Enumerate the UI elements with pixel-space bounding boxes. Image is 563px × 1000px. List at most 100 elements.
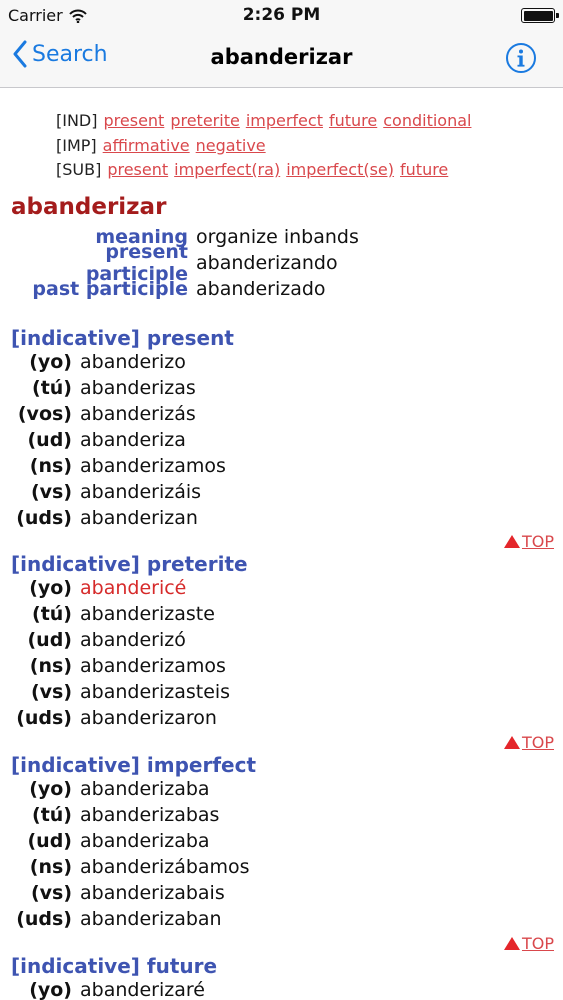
section-header: [indicative] present xyxy=(11,326,234,350)
pronoun: (ud) xyxy=(27,429,73,451)
verb-form: abanderizabais xyxy=(80,882,225,904)
tense-quick-links: [IND] present preterite imperfect future cond… xyxy=(56,109,477,183)
pronoun: (yo) xyxy=(29,577,72,599)
pronoun: (vs) xyxy=(30,481,72,503)
conjugation-row: (vs) abanderizasteis xyxy=(0,679,563,705)
info-value: abanderizado xyxy=(196,278,326,300)
triangle-up-icon xyxy=(503,535,520,548)
link-imp-negative[interactable]: negative xyxy=(196,136,266,155)
pronoun: (yo) xyxy=(29,979,72,1000)
link-ind-present[interactable]: present xyxy=(104,111,165,130)
link-ind-preterite[interactable]: preterite xyxy=(170,111,239,130)
info-label: past participle xyxy=(32,278,188,300)
conjugation-row: (ud) abanderizó xyxy=(0,627,563,653)
quick-links-tag: [SUB] xyxy=(56,160,102,179)
conjugation-content[interactable]: [IND] present preterite imperfect future cond… xyxy=(0,88,563,1000)
info-row-present-participle: present participle abanderizando xyxy=(0,241,563,285)
top-link-label: TOP xyxy=(521,532,554,551)
quick-links-tag: [IND] xyxy=(56,111,98,130)
link-sub-imperfect-se[interactable]: imperfect(se) xyxy=(286,160,394,179)
pronoun: (ud) xyxy=(27,830,73,852)
page-title: abanderizar xyxy=(210,45,353,69)
verb-form: abanderizamos xyxy=(80,455,226,477)
verb-form: abanderizábamos xyxy=(80,856,250,878)
verb-form: abanderizas xyxy=(80,377,196,399)
conjugation-row: (ud) abanderizaba xyxy=(0,828,563,854)
info-row-past-participle: past participle abanderizado xyxy=(0,276,563,302)
verb-form: abanderizaste xyxy=(80,603,215,625)
pronoun: (ns) xyxy=(29,655,72,677)
pronoun: (tú) xyxy=(32,603,72,625)
top-link-label: TOP xyxy=(521,733,554,752)
navigation-bar: Search abanderizar xyxy=(0,30,563,88)
link-ind-imperfect[interactable]: imperfect xyxy=(246,111,323,130)
top-link-label: TOP xyxy=(521,934,554,953)
section-header: [indicative] future xyxy=(11,954,218,978)
pronoun: (tú) xyxy=(32,377,72,399)
conjugation-row: (yo) abanderizaré xyxy=(0,977,563,1000)
verb-form: abanderiza xyxy=(80,429,186,451)
conjugation-row: (vs) abanderizabais xyxy=(0,880,563,906)
verb-form: abanderizaba xyxy=(80,830,210,852)
link-imp-affirmative[interactable]: affirmative xyxy=(103,136,190,155)
conjugation-row: (vos) abanderizás xyxy=(0,401,563,427)
conjugation-row: (yo) abandericé xyxy=(0,575,563,601)
quick-links-row-indicative: [IND] present preterite imperfect future cond… xyxy=(56,109,477,134)
conjugation-row: (tú) abanderizabas xyxy=(0,802,563,828)
back-to-top-link[interactable]: TOP xyxy=(503,934,554,953)
pronoun: (ns) xyxy=(29,455,72,477)
triangle-up-icon xyxy=(503,937,520,950)
pronoun: (uds) xyxy=(16,507,72,529)
pronoun: (uds) xyxy=(16,908,72,930)
pronoun: (vs) xyxy=(30,882,72,904)
verb-form: abanderizás xyxy=(80,403,196,425)
conjugation-row: (vs) abanderizáis xyxy=(0,479,563,505)
link-sub-future[interactable]: future xyxy=(400,160,448,179)
verb-form: abanderizabas xyxy=(80,804,220,826)
back-to-top-link[interactable]: TOP xyxy=(503,733,554,752)
conjugation-row: (yo) abanderizo xyxy=(0,349,563,375)
pronoun: (uds) xyxy=(16,707,72,729)
conjugation-row: (uds) abanderizaron xyxy=(0,705,563,731)
section-header: [indicative] imperfect xyxy=(11,753,256,777)
link-ind-future[interactable]: future xyxy=(329,111,377,130)
link-sub-present[interactable]: present xyxy=(107,160,168,179)
pronoun: (ud) xyxy=(27,629,73,651)
verb-form: abanderizan xyxy=(80,507,198,529)
status-bar: Carrier 2:26 PM xyxy=(0,0,563,30)
link-ind-conditional[interactable]: conditional xyxy=(383,111,471,130)
verb-info-table: meaning organize inbands present partici… xyxy=(0,224,563,302)
pronoun: (yo) xyxy=(29,351,72,373)
conjugation-row: (yo) abanderizaba xyxy=(0,776,563,802)
quick-links-row-imperative: [IMP] affirmative negative xyxy=(56,134,477,159)
pronoun: (tú) xyxy=(32,804,72,826)
verb-form: abanderizamos xyxy=(80,655,226,677)
pronoun: (vs) xyxy=(30,681,72,703)
conjugation-row: (uds) abanderizaban xyxy=(0,906,563,932)
pronoun: (ns) xyxy=(29,856,72,878)
verb-form: abanderizaré xyxy=(80,979,205,1000)
verb-form: abanderizaban xyxy=(80,908,222,930)
section-header: [indicative] preterite xyxy=(11,552,248,576)
info-value: abanderizando xyxy=(196,252,338,274)
conjugation-row: (tú) abanderizaste xyxy=(0,601,563,627)
verb-form: abanderizó xyxy=(80,629,186,651)
back-to-top-link[interactable]: TOP xyxy=(503,532,554,551)
quick-links-row-subjunctive: [SUB] present imperfect(ra) imperfect(se) fu… xyxy=(56,158,477,183)
conjugation-row: (ud) abanderiza xyxy=(0,427,563,453)
verb-form: abanderizo xyxy=(80,351,186,373)
info-value: organize inbands xyxy=(196,226,359,248)
link-sub-imperfect-ra[interactable]: imperfect(ra) xyxy=(174,160,280,179)
info-icon[interactable] xyxy=(505,42,537,74)
conjugation-row: (tú) abanderizas xyxy=(0,375,563,401)
conjugation-row: (ns) abanderizamos xyxy=(0,453,563,479)
verb-form: abanderizasteis xyxy=(80,681,231,703)
conjugation-row: (ns) abanderizábamos xyxy=(0,854,563,880)
verb-form: abanderizaba xyxy=(80,778,210,800)
pronoun: (yo) xyxy=(29,778,72,800)
verb-title: abanderizar xyxy=(11,194,167,220)
conjugation-row: (uds) abanderizan xyxy=(0,505,563,531)
battery-icon xyxy=(521,8,559,23)
quick-links-tag: [IMP] xyxy=(56,135,97,155)
triangle-up-icon xyxy=(503,736,520,749)
